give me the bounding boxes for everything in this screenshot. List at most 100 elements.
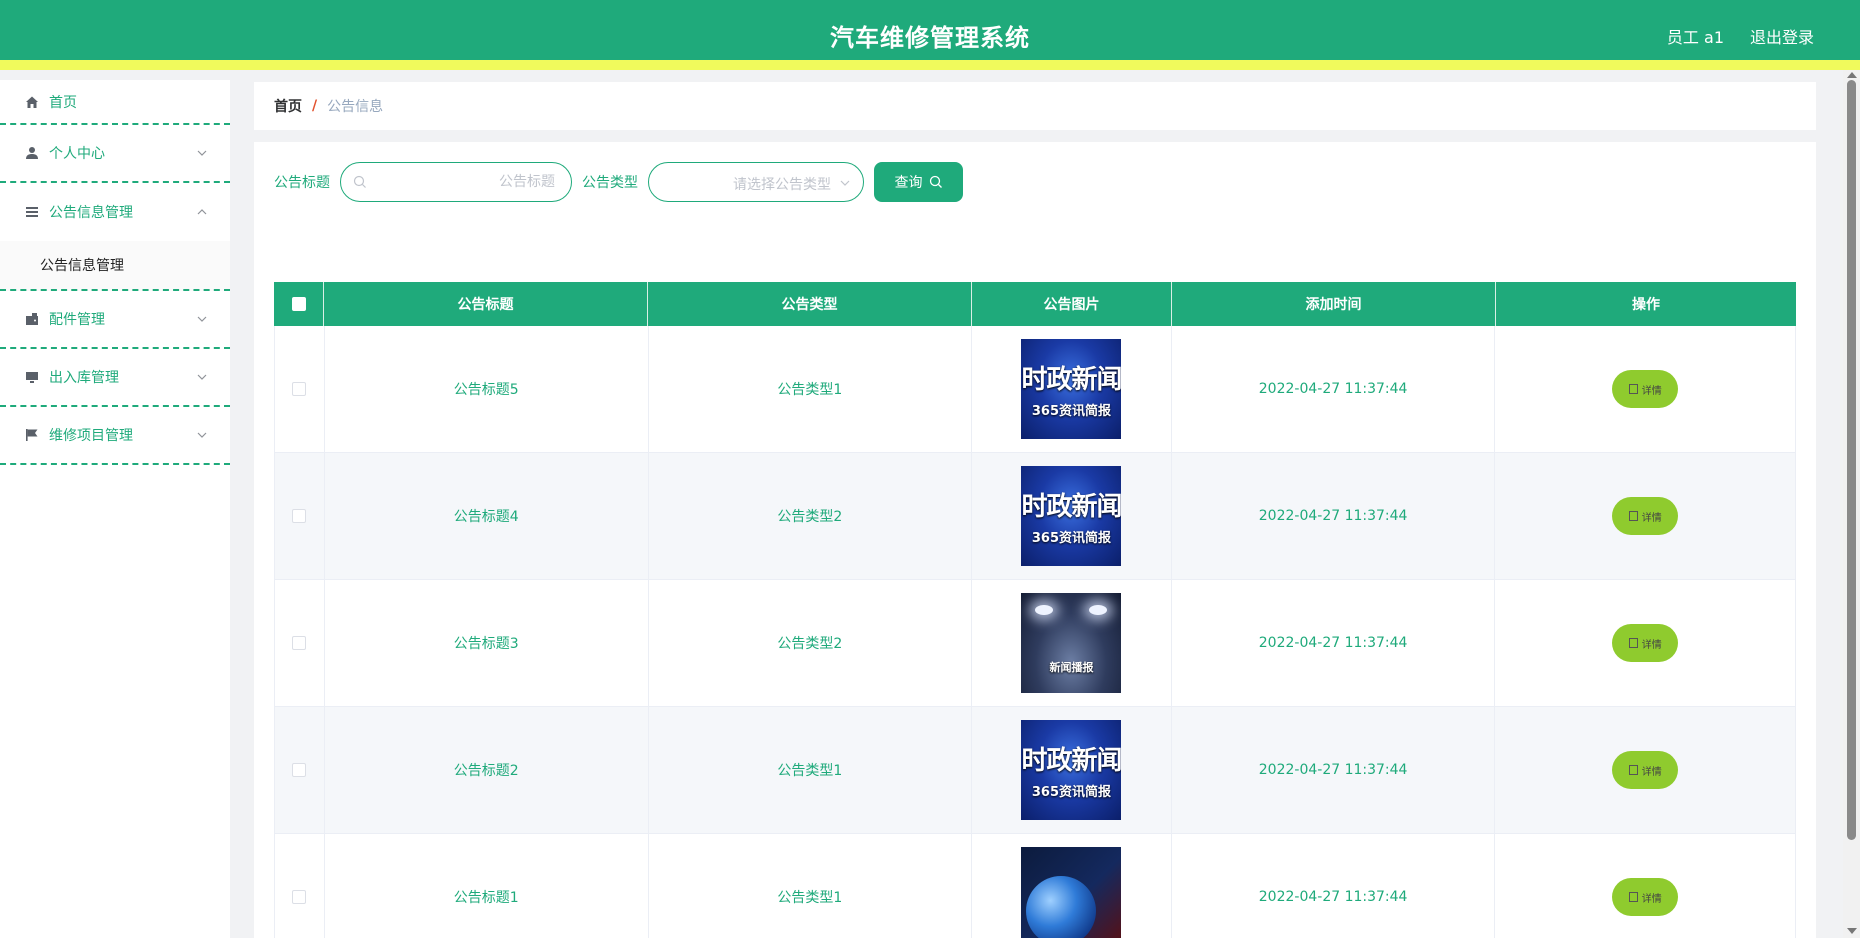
cell-actions: 详情 (1495, 326, 1795, 452)
cell-image: 时政新闻 365资讯简报 (972, 326, 1172, 452)
title-search-label: 公告标题 (274, 175, 330, 191)
header-time: 添加时间 (1172, 282, 1496, 326)
app-title: 汽车维修管理系统 (830, 24, 1030, 52)
document-icon (1628, 638, 1638, 648)
sidebar-item-repair-project[interactable]: 维修项目管理 (0, 407, 230, 465)
detail-button[interactable]: 详情 (1612, 878, 1679, 916)
page-scrollbar[interactable] (1843, 70, 1860, 938)
scroll-up-arrow[interactable] (1847, 72, 1857, 78)
breadcrumb-home[interactable]: 首页 (274, 96, 302, 116)
row-checkbox-cell (275, 453, 325, 579)
top-header: 汽车维修管理系统 员工 a1 退出登录 (0, 0, 1860, 70)
cell-title: 公告标题1 (325, 834, 649, 938)
detail-button[interactable]: 详情 (1612, 370, 1679, 408)
logout-button[interactable]: 退出登录 (1750, 24, 1814, 48)
select-all-checkbox[interactable] (291, 297, 306, 311)
document-icon (1628, 511, 1638, 521)
row-checkbox[interactable] (292, 509, 307, 523)
row-checkbox-cell (275, 834, 325, 938)
image-caption: 365资讯简报 (1031, 785, 1112, 800)
header-checkbox-cell (274, 282, 324, 326)
spotlight-right (1089, 605, 1108, 615)
detail-button[interactable]: 详情 (1612, 497, 1679, 535)
search-icon (929, 175, 942, 188)
sidebar-item-label: 维修项目管理 (49, 428, 133, 444)
row-checkbox-cell (275, 580, 325, 706)
document-icon (1628, 384, 1638, 394)
sidebar-item-label: 公告信息管理 (49, 205, 133, 221)
image-headline: 时政新闻 (1021, 492, 1122, 522)
wallet-icon (24, 311, 40, 327)
breadcrumb: 首页 / 公告信息 (254, 82, 1816, 130)
sidebar-item-notice-management[interactable]: 公告信息管理 (0, 183, 230, 241)
cell-time: 2022-04-27 11:37:44 (1172, 580, 1496, 706)
header-type: 公告类型 (648, 282, 972, 326)
image-headline: 时政新闻 (1021, 746, 1122, 776)
cell-type: 公告类型1 (649, 707, 973, 833)
globe-graphic (1026, 876, 1097, 938)
image-caption: 新闻播报 (1049, 661, 1094, 674)
chevron-up-icon (197, 209, 207, 215)
table-row: 公告标题2 公告类型1 时政新闻 365资讯简报 2022-04-27 11:3… (274, 707, 1796, 834)
sidebar-item-parts[interactable]: 配件管理 (0, 291, 230, 349)
scroll-down-arrow[interactable] (1847, 928, 1857, 934)
title-search-input[interactable] (375, 163, 555, 201)
notice-table: 公告标题 公告类型 公告图片 添加时间 操作 公告标题5 公告类型1 时政新闻 … (274, 282, 1796, 938)
cell-time: 2022-04-27 11:37:44 (1172, 453, 1496, 579)
table-row: 公告标题4 公告类型2 时政新闻 365资讯简报 2022-04-27 11:3… (274, 453, 1796, 580)
notice-image (1021, 847, 1122, 938)
current-user: 员工 a1 (1666, 28, 1724, 47)
notice-image: 时政新闻 365资讯简报 (1021, 720, 1122, 820)
user-icon (24, 145, 40, 161)
document-icon (1628, 892, 1638, 902)
spotlight-left (1035, 605, 1054, 615)
cell-actions: 详情 (1495, 707, 1795, 833)
row-checkbox[interactable] (292, 382, 307, 396)
chevron-down-icon (197, 316, 207, 322)
notice-image: 时政新闻 365资讯简报 (1021, 466, 1122, 566)
cell-actions: 详情 (1495, 834, 1795, 938)
cell-time: 2022-04-27 11:37:44 (1172, 326, 1496, 452)
sidebar-item-label: 配件管理 (49, 312, 105, 328)
search-form: 公告标题 公告类型 请选择公告类型 查询 (274, 162, 963, 202)
chevron-down-icon (197, 150, 207, 156)
sidebar-item-home[interactable]: 首页 (0, 80, 230, 125)
type-search-label: 公告类型 (582, 175, 638, 191)
search-icon (353, 175, 366, 188)
sidebar: 首页 个人中心 公告信息管理 公告信息管理 配件管理 出入库管理 维修项目管理 (0, 80, 230, 938)
cell-time: 2022-04-27 11:37:44 (1172, 834, 1496, 938)
sidebar-item-profile[interactable]: 个人中心 (0, 125, 230, 183)
sidebar-subitem-notice-management[interactable]: 公告信息管理 (0, 241, 230, 291)
sidebar-item-stock[interactable]: 出入库管理 (0, 349, 230, 407)
type-select[interactable]: 请选择公告类型 (648, 162, 864, 202)
cell-title: 公告标题2 (325, 707, 649, 833)
breadcrumb-separator: / (312, 98, 318, 114)
detail-button-label: 详情 (1641, 766, 1662, 778)
row-checkbox[interactable] (292, 636, 307, 650)
query-button-label: 查询 (894, 175, 923, 191)
cell-image: 时政新闻 365资讯简报 (972, 707, 1172, 833)
notice-image: 时政新闻 365资讯简报 (1021, 339, 1122, 439)
cell-type: 公告类型1 (649, 834, 973, 938)
chevron-down-icon (197, 374, 207, 380)
title-search-field[interactable] (340, 162, 572, 202)
row-checkbox-cell (275, 326, 325, 452)
cell-title: 公告标题5 (325, 326, 649, 452)
sidebar-item-label: 个人中心 (49, 146, 105, 162)
detail-button-label: 详情 (1641, 512, 1662, 524)
breadcrumb-current: 公告信息 (327, 99, 384, 115)
table-header: 公告标题 公告类型 公告图片 添加时间 操作 (274, 282, 1796, 326)
detail-button[interactable]: 详情 (1612, 624, 1679, 662)
detail-button[interactable]: 详情 (1612, 751, 1679, 789)
detail-button-label: 详情 (1641, 893, 1662, 905)
list-icon (24, 204, 40, 220)
scroll-thumb[interactable] (1847, 80, 1856, 840)
query-button[interactable]: 查询 (874, 162, 963, 202)
row-checkbox[interactable] (292, 890, 307, 904)
sidebar-subitem-label: 公告信息管理 (40, 258, 124, 274)
table-row: 公告标题3 公告类型2 新闻播报 2022-04-27 11:37:44 详情 (274, 580, 1796, 707)
row-checkbox[interactable] (292, 763, 307, 777)
sidebar-item-label: 出入库管理 (49, 370, 119, 386)
cell-title: 公告标题4 (325, 453, 649, 579)
cell-type: 公告类型1 (649, 326, 973, 452)
